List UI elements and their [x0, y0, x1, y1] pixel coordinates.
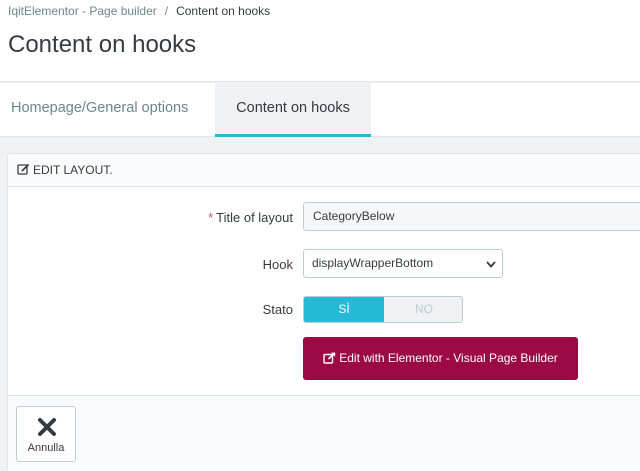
- tab-bar: Homepage/General options Content on hook…: [0, 83, 640, 137]
- panel-heading: Edit layout.: [8, 154, 640, 187]
- edit-icon: [17, 155, 30, 187]
- breadcrumb: IqitElementor - Page builder / Content on …: [8, 4, 270, 18]
- title-of-layout-input[interactable]: CategoryBelow: [303, 202, 640, 231]
- edit-with-elementor-label: Edit with Elementor - Visual Page Builde…: [339, 351, 558, 365]
- title-of-layout-label: * Title of layout: [158, 210, 293, 225]
- breadcrumb-current: Content on hooks: [176, 4, 271, 18]
- stato-off-option[interactable]: NO: [384, 297, 462, 322]
- required-mark: *: [208, 210, 214, 225]
- chevron-down-icon: [486, 251, 496, 288]
- panel-footer: Annulla: [8, 395, 640, 471]
- edit-with-elementor-button[interactable]: Edit with Elementor - Visual Page Builde…: [303, 337, 578, 380]
- breadcrumb-parent-link[interactable]: IqitElementor - Page builder: [8, 4, 157, 18]
- hook-select[interactable]: displayWrapperBottom: [303, 249, 503, 278]
- tab-homepage-general-options[interactable]: Homepage/General options: [11, 83, 201, 137]
- close-icon: [37, 417, 57, 442]
- title-of-layout-label-text: Title of layout: [216, 210, 293, 225]
- stato-toggle[interactable]: SÌ NO: [303, 296, 463, 323]
- tab-content-on-hooks[interactable]: Content on hooks: [215, 83, 371, 137]
- cancel-button[interactable]: Annulla: [16, 406, 76, 462]
- hook-label: Hook: [262, 257, 293, 272]
- edit-layout-panel: Edit layout. * Title of layout CategoryBe…: [7, 153, 640, 471]
- panel-heading-title: Edit layout.: [33, 163, 113, 177]
- cancel-label: Annulla: [27, 442, 65, 454]
- stato-on-option[interactable]: SÌ: [304, 297, 384, 322]
- external-link-icon: [323, 339, 336, 382]
- page-header: IqitElementor - Page builder / Content on …: [0, 0, 640, 82]
- stato-label: Stato: [262, 302, 293, 317]
- page-title: Content on hooks: [8, 31, 197, 58]
- hook-select-value: displayWrapperBottom: [312, 256, 434, 270]
- breadcrumb-separator: /: [164, 4, 169, 18]
